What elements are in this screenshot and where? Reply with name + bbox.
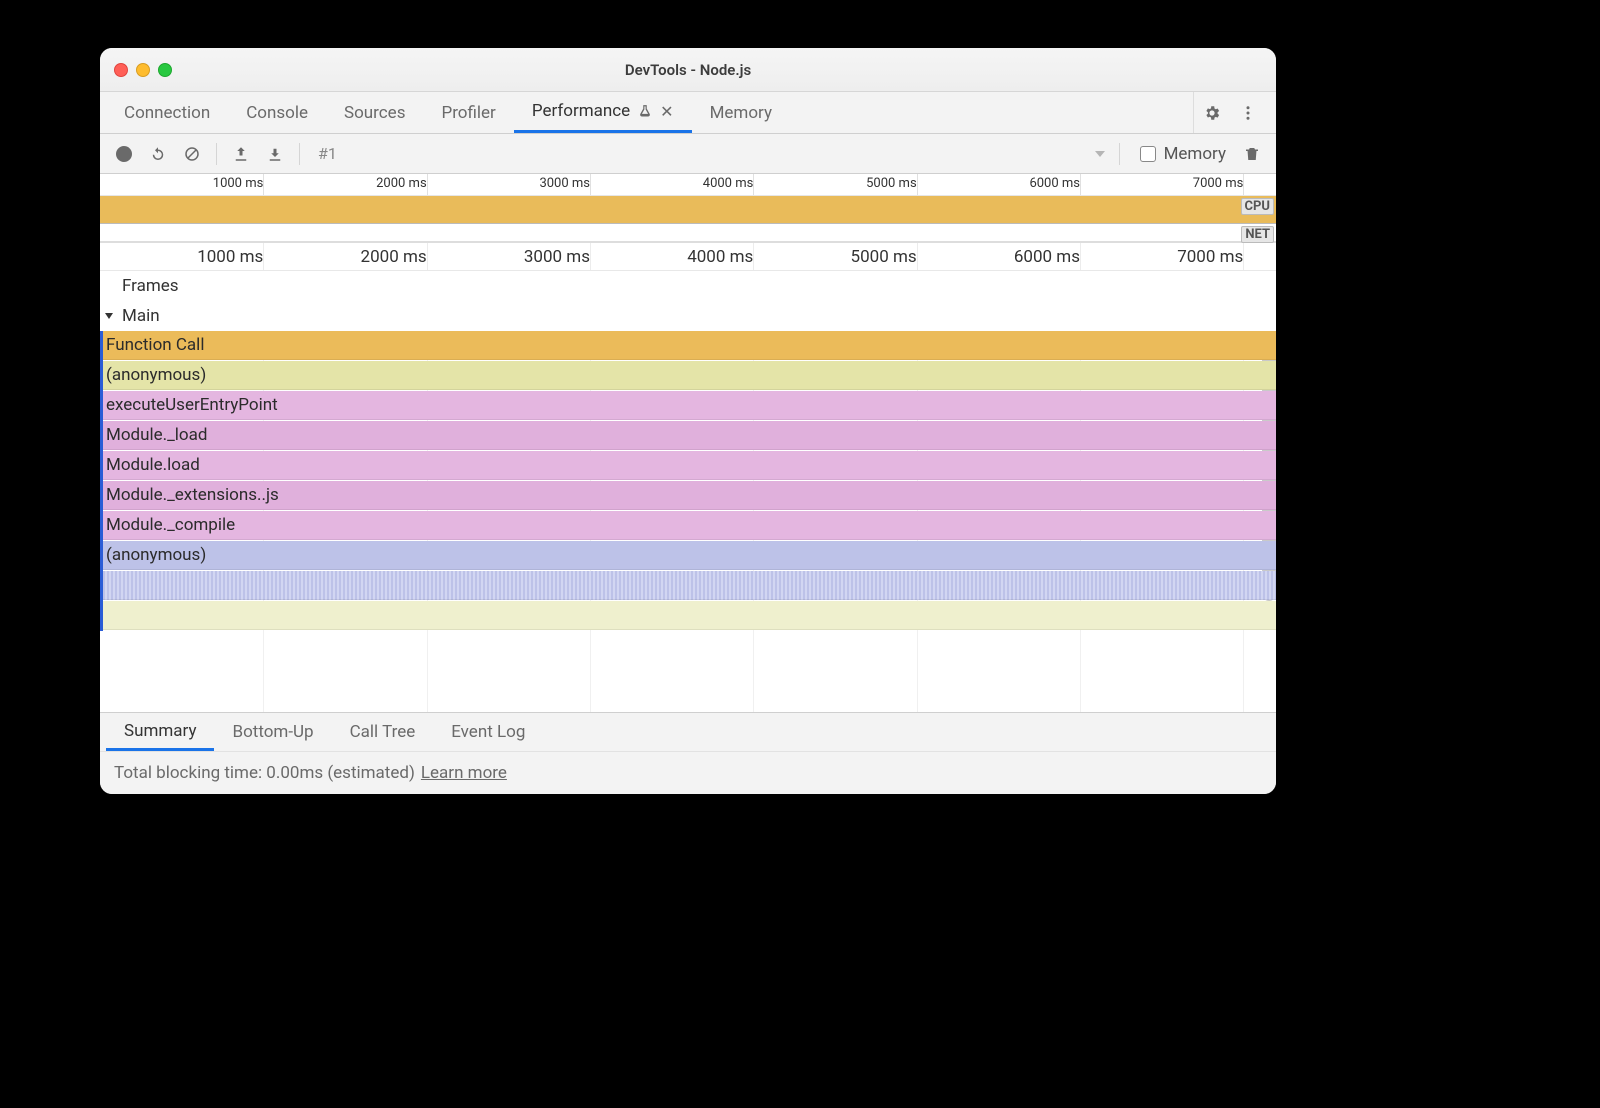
- overview-cpu-lane[interactable]: CPU: [100, 196, 1276, 224]
- track-main-label: Main: [122, 306, 160, 326]
- ruler-tick: 3000 ms: [539, 176, 590, 191]
- ruler-tick: 5000 ms: [866, 176, 917, 191]
- record-icon: [116, 146, 132, 162]
- clear-icon: [183, 145, 201, 163]
- clear-button[interactable]: [178, 140, 206, 168]
- upload-button[interactable]: [227, 140, 255, 168]
- ruler-tick: 7000 ms: [1177, 247, 1243, 267]
- learn-more-link[interactable]: Learn more: [421, 763, 507, 783]
- tab-sources[interactable]: Sources: [326, 92, 423, 133]
- more-button[interactable]: [1230, 104, 1266, 122]
- flame-row[interactable]: Module._compile: [100, 511, 1276, 541]
- download-icon: [266, 145, 284, 163]
- flame-rows[interactable]: Function Call(anonymous)executeUserEntry…: [100, 331, 1276, 631]
- flame-row[interactable]: Module._extensions..js: [100, 481, 1276, 511]
- tab-console[interactable]: Console: [228, 92, 326, 133]
- gear-icon: [1203, 104, 1221, 122]
- flame-ruler[interactable]: 1000 ms 2000 ms 3000 ms 4000 ms 5000 ms 6000 …: [100, 243, 1276, 271]
- window-close-button[interactable]: [114, 63, 128, 77]
- recording-name: #1: [310, 144, 343, 163]
- download-button[interactable]: [261, 140, 289, 168]
- overview-pane[interactable]: 1000 ms 2000 ms 3000 ms 4000 ms 5000 ms 6000 …: [100, 174, 1276, 243]
- ruler-tick: 2000 ms: [376, 176, 427, 191]
- separator: [299, 143, 300, 165]
- ruler-tick: 4000 ms: [703, 176, 754, 191]
- ruler-tick: 5000 ms: [851, 247, 917, 267]
- trash-icon: [1243, 145, 1261, 163]
- reload-icon: [149, 145, 167, 163]
- garbage-collect-button[interactable]: [1238, 140, 1266, 168]
- flame-row[interactable]: [100, 601, 1276, 631]
- flame-row[interactable]: Module.load: [100, 451, 1276, 481]
- upload-icon: [232, 145, 250, 163]
- tab-performance-label: Performance: [532, 101, 630, 121]
- details-tabs: Summary Bottom-Up Call Tree Event Log: [100, 712, 1276, 752]
- ruler-tick: 3000 ms: [524, 247, 590, 267]
- window-minimize-button[interactable]: [136, 63, 150, 77]
- ruler-tick: 1000 ms: [197, 247, 263, 267]
- memory-checkbox-label: Memory: [1164, 144, 1226, 164]
- track-main[interactable]: Main: [100, 301, 1276, 331]
- tab-event-log[interactable]: Event Log: [433, 713, 543, 751]
- settings-button[interactable]: [1194, 104, 1230, 122]
- flame-row[interactable]: executeUserEntryPoint: [100, 391, 1276, 421]
- panel-tabs: Connection Console Sources Profiler Perf…: [100, 92, 1276, 134]
- ruler-tick: 6000 ms: [1029, 176, 1080, 191]
- flame-chart[interactable]: Frames Main Function Call(anonymous)exec…: [100, 271, 1276, 712]
- flame-bar[interactable]: Function Call: [103, 331, 1276, 360]
- tab-connection[interactable]: Connection: [106, 92, 228, 133]
- tab-profiler[interactable]: Profiler: [423, 92, 513, 133]
- track-frames[interactable]: Frames: [100, 271, 1276, 301]
- overview-ruler[interactable]: 1000 ms 2000 ms 3000 ms 4000 ms 5000 ms 6000 …: [100, 174, 1276, 196]
- flame-row[interactable]: (anonymous): [100, 361, 1276, 391]
- overview-net-label: NET: [1241, 226, 1274, 243]
- flame-bar[interactable]: Module._load: [103, 421, 1276, 450]
- flame-bar[interactable]: executeUserEntryPoint: [103, 391, 1276, 420]
- separator: [216, 143, 217, 165]
- checkbox-icon: [1140, 146, 1156, 162]
- separator: [1119, 143, 1120, 165]
- ruler-tick: 2000 ms: [361, 247, 427, 267]
- flame-row[interactable]: Module._load: [100, 421, 1276, 451]
- kebab-icon: [1239, 104, 1257, 122]
- overview-net-lane[interactable]: NET: [100, 224, 1276, 242]
- window-traffic-lights: [114, 63, 172, 77]
- window-titlebar: DevTools - Node.js: [100, 48, 1276, 92]
- flame-bar[interactable]: (anonymous): [103, 541, 1276, 570]
- flame-bar[interactable]: Module._extensions..js: [103, 481, 1276, 510]
- flame-bar[interactable]: [103, 601, 1276, 630]
- tab-bottom-up[interactable]: Bottom-Up: [214, 713, 331, 751]
- flame-row[interactable]: [100, 571, 1276, 601]
- window-title: DevTools - Node.js: [100, 61, 1276, 79]
- reload-record-button[interactable]: [144, 140, 172, 168]
- track-frames-label: Frames: [122, 276, 179, 296]
- toolbar-right: [1193, 92, 1276, 133]
- memory-checkbox[interactable]: Memory: [1130, 144, 1232, 164]
- recording-picker[interactable]: [349, 149, 1109, 159]
- flame-bar[interactable]: [103, 571, 1276, 600]
- devtools-window: DevTools - Node.js Connection Console So…: [100, 48, 1276, 794]
- ruler-tick: 1000 ms: [213, 176, 264, 191]
- overview-cpu-label: CPU: [1241, 198, 1274, 215]
- ruler-tick: 6000 ms: [1014, 247, 1080, 267]
- flame-bar[interactable]: Module.load: [103, 451, 1276, 480]
- flame-bar[interactable]: (anonymous): [103, 361, 1276, 390]
- flame-row[interactable]: Function Call: [100, 331, 1276, 361]
- flask-icon: [638, 103, 652, 119]
- chevron-down-icon: [1095, 149, 1105, 159]
- status-bar: Total blocking time: 0.00ms (estimated) …: [100, 752, 1276, 794]
- ruler-tick: 7000 ms: [1193, 176, 1244, 191]
- close-icon[interactable]: ✕: [660, 102, 673, 121]
- tab-memory[interactable]: Memory: [692, 92, 790, 133]
- performance-toolbar: #1 Memory: [100, 134, 1276, 174]
- status-text: Total blocking time: 0.00ms (estimated): [114, 763, 415, 783]
- flame-bar[interactable]: Module._compile: [103, 511, 1276, 540]
- tab-call-tree[interactable]: Call Tree: [332, 713, 434, 751]
- flame-row[interactable]: (anonymous): [100, 541, 1276, 571]
- tab-summary[interactable]: Summary: [106, 713, 214, 751]
- ruler-tick: 4000 ms: [687, 247, 753, 267]
- tab-performance[interactable]: Performance ✕: [514, 92, 692, 133]
- window-zoom-button[interactable]: [158, 63, 172, 77]
- record-button[interactable]: [110, 140, 138, 168]
